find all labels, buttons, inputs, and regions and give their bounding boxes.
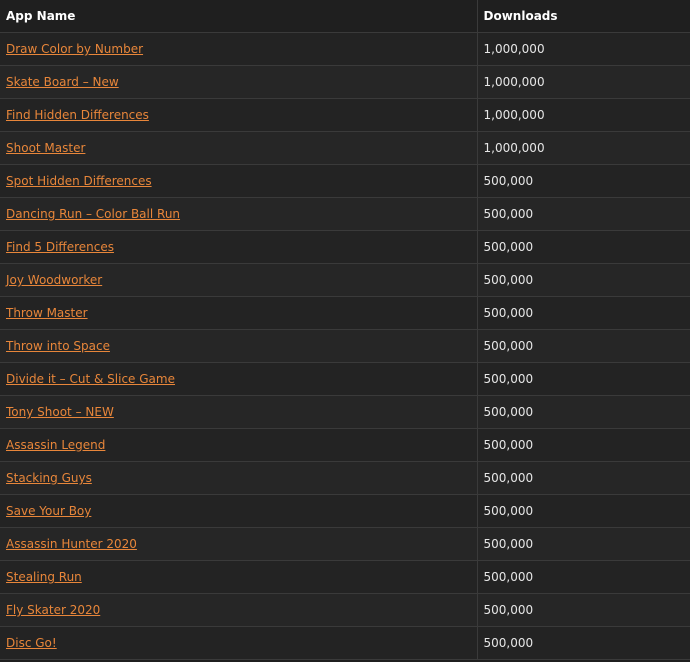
table-row: Tony Shoot – NEW 500,000 [0,395,690,429]
app-name-cell: Skate Board – New [0,65,478,99]
table-row: Disc Go! 500,000 [0,626,690,660]
app-link[interactable]: Draw Color by Number [6,42,143,56]
downloads-cell: 500,000 [477,263,690,297]
app-name-cell: Divide it – Cut & Slice Game [0,362,478,396]
table-row: Divide it – Cut & Slice Game 500,000 [0,362,690,396]
app-name-cell: Joy Woodworker [0,263,478,297]
header-row: App Name Downloads [0,0,690,33]
app-name-cell: Dancing Run – Color Ball Run [0,197,478,231]
app-link[interactable]: Throw into Space [6,339,110,353]
downloads-cell: 1,000,000 [477,65,690,99]
table-row: Spot Hidden Differences 500,000 [0,164,690,198]
downloads-cell: 500,000 [477,461,690,495]
app-name-cell: Throw into Space [0,329,478,363]
header-app-name: App Name [0,0,478,33]
app-link[interactable]: Disc Go! [6,636,57,650]
downloads-cell: 500,000 [477,329,690,363]
app-name-cell: Stacking Guys [0,461,478,495]
table-row: Stealing Run 500,000 [0,560,690,594]
table-row: Throw Master 500,000 [0,296,690,330]
app-link[interactable]: Throw Master [6,306,88,320]
app-name-cell: Disc Go! [0,626,478,660]
app-link[interactable]: Stealing Run [6,570,82,584]
app-name-cell: Assassin Legend [0,428,478,462]
app-link[interactable]: Find 5 Differences [6,240,114,254]
downloads-cell: 500,000 [477,296,690,330]
apps-downloads-table: App Name Downloads Draw Color by Number 1… [0,0,690,660]
downloads-cell: 500,000 [477,560,690,594]
app-link[interactable]: Assassin Legend [6,438,105,452]
downloads-cell: 500,000 [477,197,690,231]
downloads-cell: 500,000 [477,527,690,561]
app-link[interactable]: Shoot Master [6,141,85,155]
table-row: Fly Skater 2020 500,000 [0,593,690,627]
downloads-cell: 500,000 [477,593,690,627]
app-name-cell: Shoot Master [0,131,478,165]
app-name-cell: Find 5 Differences [0,230,478,264]
downloads-cell: 1,000,000 [477,32,690,66]
app-name-cell: Spot Hidden Differences [0,164,478,198]
app-name-cell: Stealing Run [0,560,478,594]
table-row: Assassin Legend 500,000 [0,428,690,462]
app-name-cell: Save Your Boy [0,494,478,528]
app-link[interactable]: Dancing Run – Color Ball Run [6,207,180,221]
downloads-cell: 500,000 [477,428,690,462]
app-name-cell: Throw Master [0,296,478,330]
table-row: Joy Woodworker 500,000 [0,263,690,297]
header-downloads: Downloads [477,0,690,33]
app-link[interactable]: Joy Woodworker [6,273,102,287]
app-link[interactable]: Fly Skater 2020 [6,603,100,617]
app-link[interactable]: Divide it – Cut & Slice Game [6,372,175,386]
table-body: Draw Color by Number 1,000,000 Skate Boar… [0,32,690,660]
downloads-cell: 500,000 [477,494,690,528]
table-row: Find 5 Differences 500,000 [0,230,690,264]
app-name-cell: Draw Color by Number [0,32,478,66]
app-name-cell: Find Hidden Differences [0,98,478,132]
downloads-cell: 500,000 [477,626,690,660]
downloads-cell: 500,000 [477,395,690,429]
app-link[interactable]: Spot Hidden Differences [6,174,152,188]
table-row: Stacking Guys 500,000 [0,461,690,495]
downloads-cell: 500,000 [477,164,690,198]
app-link[interactable]: Find Hidden Differences [6,108,149,122]
downloads-cell: 1,000,000 [477,98,690,132]
app-link[interactable]: Skate Board – New [6,75,119,89]
app-link[interactable]: Tony Shoot – NEW [6,405,114,419]
table-row: Find Hidden Differences 1,000,000 [0,98,690,132]
table-row: Dancing Run – Color Ball Run 500,000 [0,197,690,231]
table-row: Shoot Master 1,000,000 [0,131,690,165]
table-row: Throw into Space 500,000 [0,329,690,363]
app-name-cell: Assassin Hunter 2020 [0,527,478,561]
app-name-cell: Tony Shoot – NEW [0,395,478,429]
downloads-cell: 500,000 [477,362,690,396]
downloads-cell: 1,000,000 [477,131,690,165]
app-link[interactable]: Assassin Hunter 2020 [6,537,137,551]
table-row: Save Your Boy 500,000 [0,494,690,528]
app-link[interactable]: Stacking Guys [6,471,92,485]
app-link[interactable]: Save Your Boy [6,504,91,518]
downloads-cell: 500,000 [477,230,690,264]
table-row: Skate Board – New 1,000,000 [0,65,690,99]
table-row: Draw Color by Number 1,000,000 [0,32,690,66]
table-header: App Name Downloads [0,0,690,33]
table-row: Assassin Hunter 2020 500,000 [0,527,690,561]
app-name-cell: Fly Skater 2020 [0,593,478,627]
